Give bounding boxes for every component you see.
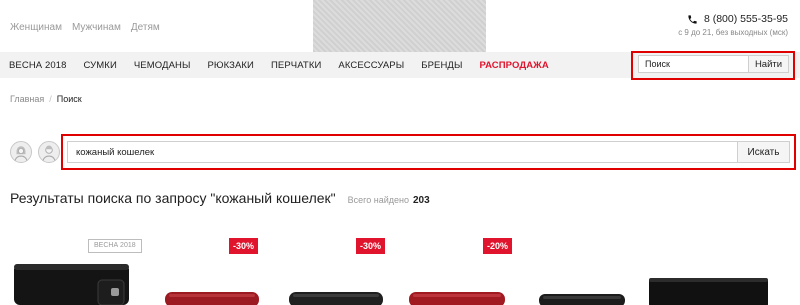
results-found-count: 203: [412, 195, 430, 206]
results-heading: Результаты поиска по запросу "кожаный ко…: [10, 190, 430, 206]
main-search-input[interactable]: [68, 142, 737, 162]
gender-link-men[interactable]: Мужчинам: [72, 22, 121, 33]
season-tag: ВЕСНА 2018: [88, 239, 142, 253]
breadcrumb-separator: /: [49, 94, 52, 104]
nav-item-backpacks[interactable]: РЮКЗАКИ: [207, 60, 254, 71]
phone-contact: 8 (800) 555-35-95 с 9 до 21, без выходны…: [678, 13, 788, 37]
product-image-red-wallet-2[interactable]: [407, 290, 507, 305]
phone-icon: [688, 14, 697, 24]
discount-badge: -30%: [356, 238, 386, 254]
product-image-black-wallet[interactable]: [10, 260, 135, 305]
gender-links: Женщинам Мужчинам Детям: [10, 22, 160, 33]
gender-link-kids[interactable]: Детям: [131, 22, 160, 33]
results-title: Результаты поиска по запросу "кожаный ко…: [10, 190, 336, 206]
product-image-black-wallet-4[interactable]: [646, 276, 771, 305]
product-image-black-wallet-2[interactable]: [287, 290, 385, 305]
main-search-button[interactable]: Искать: [737, 142, 789, 162]
breadcrumb-home[interactable]: Главная: [10, 94, 44, 104]
product-image-red-wallet[interactable]: [163, 290, 261, 305]
nav-item-spring-2018[interactable]: ВЕСНА 2018: [9, 60, 67, 71]
top-search-button[interactable]: Найти: [748, 56, 788, 72]
top-search-input[interactable]: [639, 56, 748, 72]
logo-placeholder[interactable]: [313, 0, 486, 52]
female-avatar-icon[interactable]: [10, 141, 32, 163]
breadcrumb-current: Поиск: [56, 94, 82, 104]
nav-items: ВЕСНА 2018 СУМКИ ЧЕМОДАНЫ РЮКЗАКИ ПЕРЧАТ…: [9, 52, 566, 78]
breadcrumb: Главная / Поиск: [10, 94, 82, 104]
top-search-box: Найти: [638, 55, 789, 73]
nav-item-suitcases[interactable]: ЧЕМОДАНЫ: [134, 60, 191, 71]
discount-badge: -30%: [229, 238, 259, 254]
top-bar: Женщинам Мужчинам Детям 8 (800) 555-35-9…: [0, 0, 800, 52]
phone-number: 8 (800) 555-35-95: [703, 13, 788, 25]
gender-link-women[interactable]: Женщинам: [10, 22, 62, 33]
discount-badge: -20%: [483, 238, 513, 254]
product-image-black-wallet-3[interactable]: [537, 292, 627, 305]
nav-item-gloves[interactable]: ПЕРЧАТКИ: [271, 60, 321, 71]
nav-item-bags[interactable]: СУМКИ: [84, 60, 117, 71]
nav-item-brands[interactable]: БРЕНДЫ: [421, 60, 462, 71]
male-avatar-icon[interactable]: [38, 141, 60, 163]
phone-hours: с 9 до 21, без выходных (мск): [678, 28, 788, 37]
results-found-label: Всего найдено: [347, 195, 409, 205]
nav-item-accessories[interactable]: АКСЕССУАРЫ: [338, 60, 404, 71]
phone-line[interactable]: 8 (800) 555-35-95: [678, 13, 788, 25]
product-grid: ВЕСНА 2018 -30% -30% -20%: [0, 232, 800, 305]
main-search-box: Искать: [67, 141, 790, 163]
nav-item-sale[interactable]: РАСПРОДАЖА: [479, 60, 548, 71]
